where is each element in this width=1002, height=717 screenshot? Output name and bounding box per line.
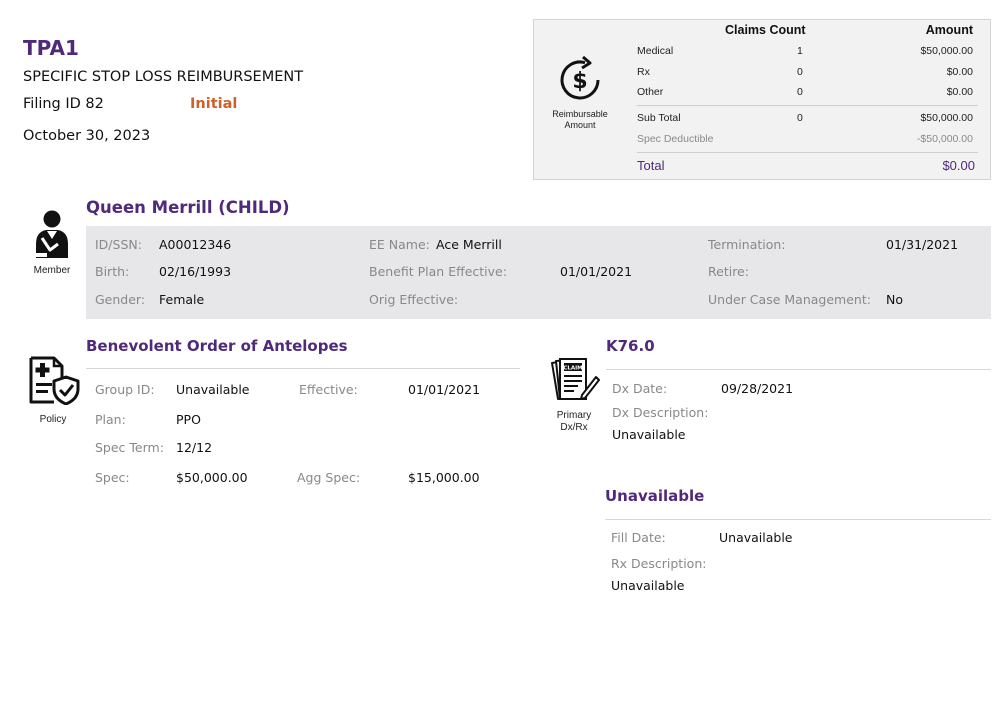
member-name: Queen Merrill (CHILD) (86, 198, 290, 217)
spec-term-label: Spec Term: (95, 440, 164, 455)
rx-description-value: Unavailable (611, 578, 685, 593)
row-amount: $0.00 (946, 86, 973, 98)
spec-term-value: 12/12 (176, 440, 213, 455)
policy-group-name: Benevolent Order of Antelopes (86, 337, 348, 355)
id-ssn-value: A00012346 (159, 237, 232, 252)
dx-description-value: Unavailable (612, 427, 686, 442)
rx-title: Unavailable (605, 487, 705, 505)
row-amount: $0.00 (946, 66, 973, 78)
member-icon-label: Member (33, 265, 71, 276)
row-count: 0 (797, 66, 803, 78)
benefit-plan-effective-value: 01/01/2021 (560, 264, 633, 279)
agg-spec-label: Agg Spec: (297, 470, 361, 485)
group-id-value: Unavailable (176, 382, 250, 397)
effective-label: Effective: (299, 382, 358, 397)
spec-value: $50,000.00 (176, 470, 248, 485)
gender-label: Gender: (95, 292, 146, 307)
svg-text:CLAIM: CLAIM (563, 366, 582, 372)
policy-icon (28, 355, 80, 406)
birth-label: Birth: (95, 264, 130, 279)
divider (637, 152, 978, 153)
fill-date-value: Unavailable (719, 530, 793, 545)
svg-text:$: $ (572, 69, 587, 94)
termination-value: 01/31/2021 (886, 237, 959, 252)
group-id-label: Group ID: (95, 382, 155, 397)
rx-description-label: Rx Description: (611, 556, 707, 571)
filing-status: Initial (190, 96, 238, 112)
spec-deductible-amount: -$50,000.00 (916, 133, 973, 145)
benefit-plan-effective-label: Benefit Plan Effective: (369, 264, 507, 279)
dx-code: K76.0 (606, 337, 655, 355)
row-label: Other (637, 86, 664, 98)
divider (605, 519, 991, 520)
ee-name-value: Ace Merrill (436, 237, 502, 252)
plan-value: PPO (176, 412, 201, 427)
birth-value: 02/16/1993 (159, 264, 232, 279)
dx-date-label: Dx Date: (612, 381, 668, 396)
primary-dx-rx-label: Primary Dx/Rx (556, 410, 592, 433)
case-management-label: Under Case Management: (708, 292, 871, 307)
member-icon (30, 208, 74, 262)
spec-deductible-label: Spec Deductible (637, 133, 714, 145)
subtotal-label: Sub Total (637, 112, 681, 124)
case-management-value: No (886, 292, 903, 307)
orig-effective-label: Orig Effective: (369, 292, 459, 307)
row-amount: $50,000.00 (920, 45, 973, 57)
id-ssn-label: ID/SSN: (95, 237, 142, 252)
subtotal-count: 0 (797, 112, 803, 124)
filing-id: Filing ID 82 (23, 96, 104, 112)
claims-count-header: Claims Count (725, 23, 806, 37)
retire-label: Retire: (708, 264, 749, 279)
plan-label: Plan: (95, 412, 126, 427)
divider (86, 368, 520, 369)
document-title: SPECIFIC STOP LOSS REIMBURSEMENT (23, 69, 304, 85)
total-amount: $0.00 (942, 158, 975, 173)
effective-value: 01/01/2021 (408, 382, 481, 397)
agg-spec-value: $15,000.00 (408, 470, 480, 485)
row-label: Medical (637, 45, 674, 57)
ee-name-label: EE Name: (369, 237, 430, 252)
dollar-cycle-icon: $ (554, 54, 606, 106)
dx-description-label: Dx Description: (612, 405, 709, 420)
total-label: Total (637, 158, 665, 173)
reimbursement-summary: $ Reimbursable Amount Claims Count Amoun… (533, 19, 991, 180)
amount-header: Amount (925, 23, 973, 37)
row-label: Rx (637, 66, 650, 78)
gender-value: Female (159, 292, 205, 307)
divider (606, 369, 991, 370)
policy-icon-label: Policy (39, 414, 67, 425)
subtotal-amount: $50,000.00 (920, 112, 973, 124)
spec-label: Spec: (95, 470, 130, 485)
document-date: October 30, 2023 (23, 128, 151, 144)
dx-date-value: 09/28/2021 (721, 381, 794, 396)
tpa-name: TPA1 (23, 36, 79, 60)
claim-form-icon: CLAIM (548, 355, 600, 405)
row-count: 1 (797, 45, 803, 57)
row-count: 0 (797, 86, 803, 98)
fill-date-label: Fill Date: (611, 530, 666, 545)
termination-label: Termination: (708, 237, 786, 252)
divider (637, 105, 978, 106)
reimbursable-amount-label: Reimbursable Amount (552, 109, 608, 130)
